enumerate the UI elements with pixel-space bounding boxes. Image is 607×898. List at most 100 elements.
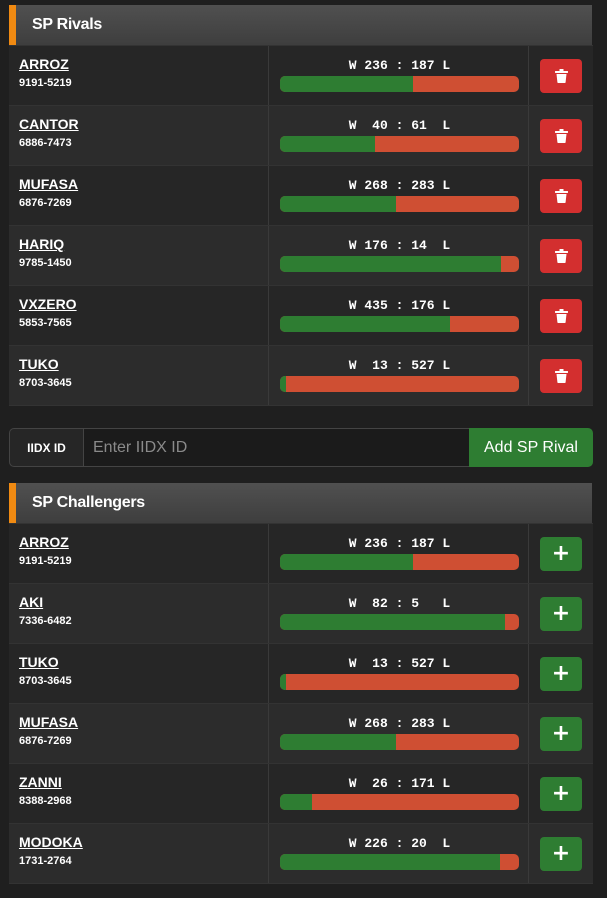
win-bar-fill xyxy=(280,376,286,392)
challengers-table: ARROZ 9191-5219 W 236 : 187 L + AKI 7336… xyxy=(9,523,593,884)
player-name-link[interactable]: AKI xyxy=(19,594,268,610)
record-cell: W 40 : 61 L xyxy=(269,106,529,165)
delete-rival-button[interactable] xyxy=(540,238,582,273)
player-iidx-id: 6876-7269 xyxy=(19,735,72,747)
win-bar-fill xyxy=(280,854,500,870)
win-loss-bar xyxy=(280,376,519,392)
add-challenger-button[interactable]: + xyxy=(540,716,582,751)
record-cell: W 268 : 283 L xyxy=(269,166,529,225)
win-loss-bar xyxy=(280,794,519,810)
win-bar-fill xyxy=(280,674,286,690)
player-name-link[interactable]: ARROZ xyxy=(19,56,268,72)
delete-rival-button[interactable] xyxy=(540,298,582,333)
player-cell: CANTOR 6886-7473 xyxy=(9,106,269,165)
add-challenger-button[interactable]: + xyxy=(540,776,582,811)
action-cell xyxy=(529,106,593,165)
delete-rival-button[interactable] xyxy=(540,118,582,153)
player-name-link[interactable]: HARIQ xyxy=(19,236,268,252)
player-cell: TUKO 8703-3645 xyxy=(9,644,269,703)
table-row: CANTOR 6886-7473 W 40 : 61 L xyxy=(9,106,593,166)
plus-icon: + xyxy=(551,840,571,866)
action-cell: + xyxy=(529,764,593,823)
player-name-link[interactable]: TUKO xyxy=(19,356,268,372)
player-name-link[interactable]: MODOKA xyxy=(19,834,268,850)
player-name-link[interactable]: ZANNI xyxy=(19,774,268,790)
win-bar-fill xyxy=(280,76,414,92)
player-cell: MUFASA 6876-7269 xyxy=(9,166,269,225)
record-cell: W 13 : 527 L xyxy=(269,346,529,405)
record-cell: W 176 : 14 L xyxy=(269,226,529,285)
challengers-header: SP Challengers xyxy=(9,483,592,523)
add-challenger-button[interactable]: + xyxy=(540,836,582,871)
action-cell xyxy=(529,46,593,105)
player-name-link[interactable]: MUFASA xyxy=(19,176,268,192)
win-bar-fill xyxy=(280,794,312,810)
table-row: MODOKA 1731-2764 W 226 : 20 L + xyxy=(9,824,593,884)
plus-icon: + xyxy=(551,780,571,806)
action-cell: + xyxy=(529,704,593,763)
player-name-link[interactable]: ARROZ xyxy=(19,534,268,550)
player-iidx-id: 9785-1450 xyxy=(19,257,72,269)
player-name-link[interactable]: VXZERO xyxy=(19,296,268,312)
player-iidx-id: 7336-6482 xyxy=(19,615,72,627)
challengers-title: SP Challengers xyxy=(32,494,145,511)
delete-rival-button[interactable] xyxy=(540,58,582,93)
table-row: MUFASA 6876-7269 W 268 : 283 L xyxy=(9,166,593,226)
win-loss-text: W 13 : 527 L xyxy=(348,656,451,671)
delete-rival-button[interactable] xyxy=(540,178,582,213)
player-iidx-id: 8703-3645 xyxy=(19,377,72,389)
win-loss-text: W 176 : 14 L xyxy=(348,238,451,253)
trash-icon xyxy=(554,308,568,323)
player-cell: ZANNI 8388-2968 xyxy=(9,764,269,823)
player-name-link[interactable]: CANTOR xyxy=(19,116,268,132)
rivals-table: ARROZ 9191-5219 W 236 : 187 L CANTOR 688… xyxy=(9,45,593,406)
win-loss-text: W 82 : 5 L xyxy=(348,596,451,611)
action-cell: + xyxy=(529,524,593,583)
win-bar-fill xyxy=(280,614,506,630)
add-challenger-button[interactable]: + xyxy=(540,536,582,571)
player-name-link[interactable]: MUFASA xyxy=(19,714,268,730)
player-iidx-id: 6876-7269 xyxy=(19,197,72,209)
win-loss-bar xyxy=(280,554,519,570)
win-bar-fill xyxy=(280,554,414,570)
player-cell: HARIQ 9785-1450 xyxy=(9,226,269,285)
table-row: VXZERO 5853-7565 W 435 : 176 L xyxy=(9,286,593,346)
win-loss-bar xyxy=(280,196,519,212)
plus-icon: + xyxy=(551,540,571,566)
action-cell: + xyxy=(529,644,593,703)
player-name-link[interactable]: TUKO xyxy=(19,654,268,670)
action-cell xyxy=(529,346,593,405)
add-challenger-button[interactable]: + xyxy=(540,656,582,691)
win-loss-text: W 268 : 283 L xyxy=(348,716,451,731)
trash-icon xyxy=(554,368,568,383)
add-challenger-button[interactable]: + xyxy=(540,596,582,631)
player-iidx-id: 1731-2764 xyxy=(19,855,72,867)
add-rival-form: IIDX ID Add SP Rival xyxy=(9,428,593,467)
win-bar-fill xyxy=(280,136,375,152)
player-cell: AKI 7336-6482 xyxy=(9,584,269,643)
table-row: MUFASA 6876-7269 W 268 : 283 L + xyxy=(9,704,593,764)
win-bar-fill xyxy=(280,196,397,212)
table-row: ARROZ 9191-5219 W 236 : 187 L xyxy=(9,46,593,106)
player-cell: MUFASA 6876-7269 xyxy=(9,704,269,763)
delete-rival-button[interactable] xyxy=(540,358,582,393)
table-row: AKI 7336-6482 W 82 : 5 L + xyxy=(9,584,593,644)
player-iidx-id: 5853-7565 xyxy=(19,317,72,329)
player-cell: MODOKA 1731-2764 xyxy=(9,824,269,883)
record-cell: W 236 : 187 L xyxy=(269,46,529,105)
action-cell: + xyxy=(529,824,593,883)
trash-icon xyxy=(554,188,568,203)
iidx-id-label: IIDX ID xyxy=(9,428,83,467)
player-iidx-id: 8703-3645 xyxy=(19,675,72,687)
win-loss-text: W 40 : 61 L xyxy=(348,118,451,133)
add-sp-rival-button[interactable]: Add SP Rival xyxy=(469,428,593,467)
win-loss-text: W 236 : 187 L xyxy=(348,536,451,551)
trash-icon xyxy=(554,128,568,143)
win-bar-fill xyxy=(280,256,502,272)
iidx-id-input[interactable] xyxy=(83,428,469,467)
win-loss-bar xyxy=(280,674,519,690)
win-loss-bar xyxy=(280,136,519,152)
rivals-header: SP Rivals xyxy=(9,5,592,45)
table-row: TUKO 8703-3645 W 13 : 527 L + xyxy=(9,644,593,704)
table-row: ZANNI 8388-2968 W 26 : 171 L + xyxy=(9,764,593,824)
